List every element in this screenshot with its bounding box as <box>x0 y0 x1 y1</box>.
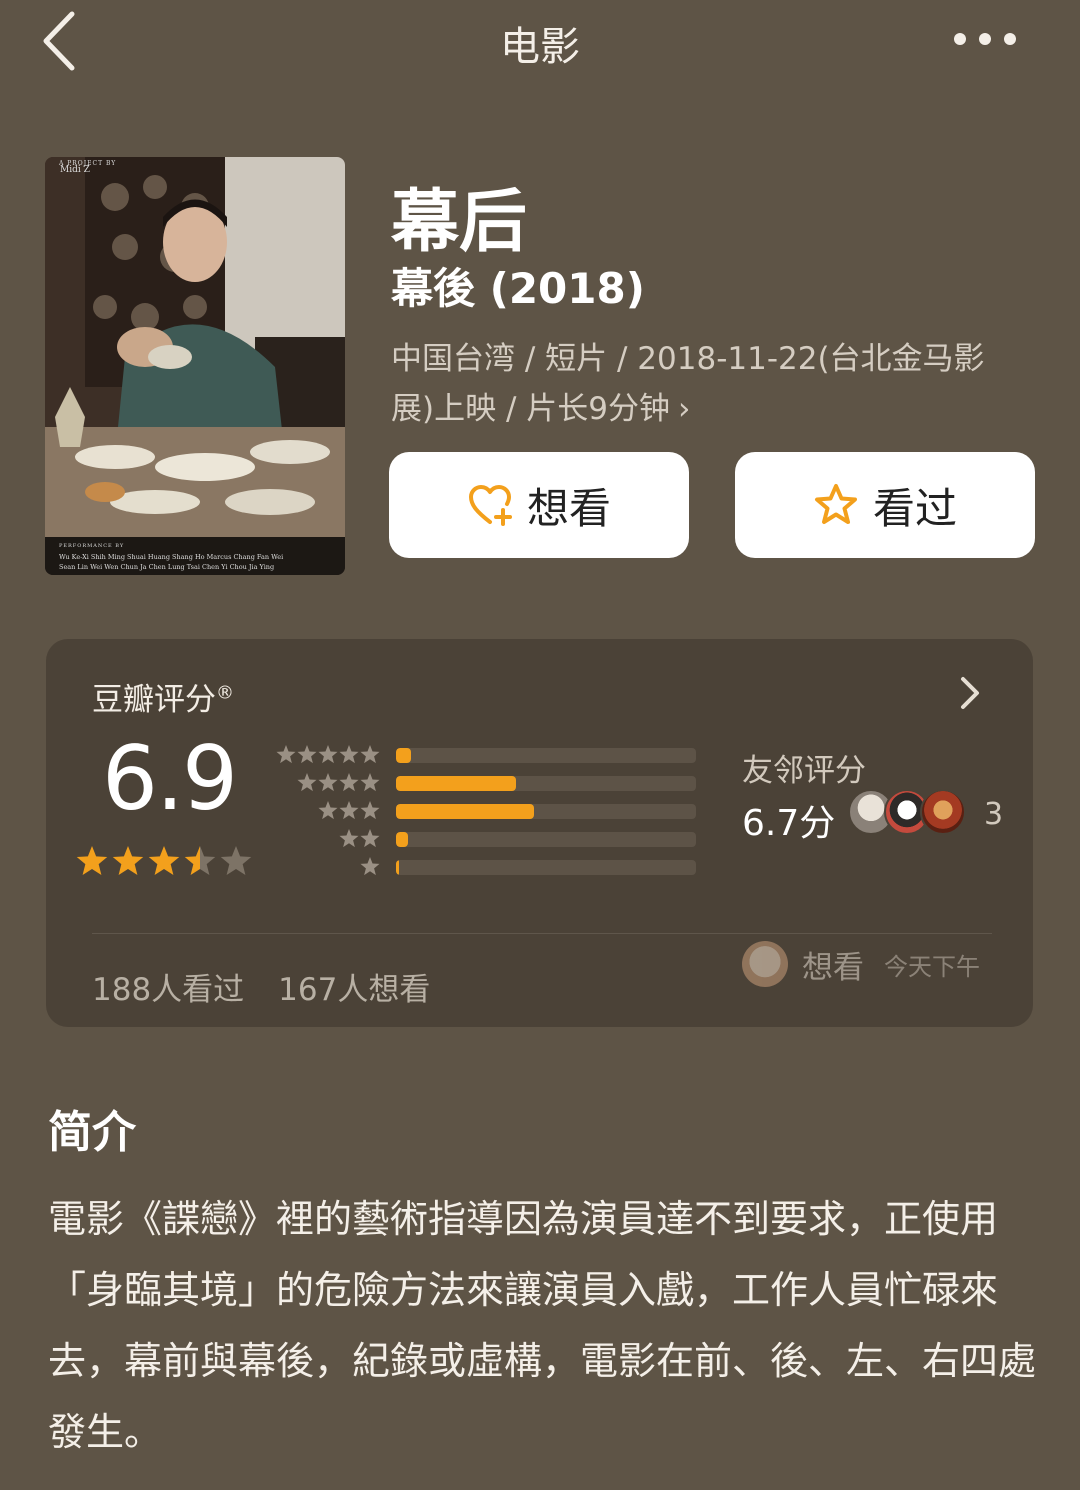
divider <box>92 933 992 934</box>
rating-star <box>220 846 252 875</box>
rating-label: 豆瓣评分® <box>92 674 234 719</box>
rating-stars <box>76 846 252 875</box>
distribution-star <box>339 773 359 792</box>
distribution-star <box>318 745 338 764</box>
distribution-star <box>297 773 317 792</box>
want-to-watch-button[interactable]: 想看 <box>389 452 689 558</box>
distribution-bar-fill <box>396 859 399 875</box>
poster-cast-line: Wu Ke-Xi Shih Ming Shuai Huang Shang Ho … <box>59 553 284 561</box>
movie-title: 幕后 <box>391 183 528 262</box>
registered-mark: ® <box>216 682 234 704</box>
want-label: 想看 <box>526 483 611 533</box>
friends-rating-label: 友邻评分 <box>742 753 866 789</box>
seen-count: 188人看过 <box>92 972 245 1008</box>
intro-text: 電影《諜戀》裡的藝術指導因為演員達不到要求，正使用「身臨其境」的危險方法來讓演員… <box>48 1197 1037 1454</box>
distribution-row <box>274 769 696 797</box>
distribution-bar <box>396 831 696 847</box>
poster-cast: Wu Ke-Xi Shih Ming Shuai Huang Shang Ho … <box>59 552 339 572</box>
poster-artwork <box>45 157 345 575</box>
distribution-bar <box>396 775 696 791</box>
rating-label-text: 豆瓣评分 <box>92 682 216 718</box>
distribution-bar-fill <box>396 747 411 763</box>
friends-count: 3 <box>984 797 1004 832</box>
distribution-bar <box>396 747 696 763</box>
rating-card[interactable]: 豆瓣评分® 6.9 友邻评分 6.7分 3 188人看过 167人想看 想看 今天… <box>46 639 1033 1027</box>
seen-label: 看过 <box>872 483 957 533</box>
friends-rating-score: 6.7分 <box>742 803 836 844</box>
star-outline-icon <box>814 484 857 524</box>
heart-plus-icon <box>468 485 512 526</box>
distribution-star <box>360 773 380 792</box>
distribution-stars <box>297 773 380 792</box>
poster-director: Midi Z <box>60 165 90 175</box>
distribution-bar-fill <box>396 803 534 819</box>
distribution-row <box>274 797 696 825</box>
poster-cast-line: Sean Lin Wei Wen Chun Ja Chen Lung Tsai … <box>59 563 275 571</box>
distribution-row <box>274 741 696 769</box>
distribution-bar <box>396 859 696 875</box>
distribution-star <box>276 745 296 764</box>
movie-poster[interactable]: A PROJECT BY Midi Z PERFORMANCE BY Wu Ke… <box>45 157 345 575</box>
rating-distribution <box>274 741 696 881</box>
more-options-icon[interactable] <box>952 30 1018 48</box>
distribution-star <box>360 801 380 820</box>
avatar[interactable] <box>742 941 788 987</box>
movie-meta-link[interactable]: 中国台湾 / 短片 / 2018-11-22(台北金马影展)上映 / 片长9分钟… <box>391 334 1021 434</box>
rating-star <box>148 846 180 875</box>
movie-original-title: 幕後 (2018) <box>391 264 645 313</box>
distribution-stars <box>360 857 380 876</box>
distribution-star <box>360 829 380 848</box>
distribution-stars <box>276 745 380 764</box>
rating-star <box>184 846 216 875</box>
distribution-stars <box>318 801 380 820</box>
distribution-bar-fill <box>396 775 516 791</box>
watch-counts: 188人看过 167人想看 <box>92 964 430 1009</box>
chevron-right-icon[interactable] <box>959 675 981 711</box>
distribution-star <box>318 773 338 792</box>
activity-verb: 想看 <box>802 949 864 986</box>
distribution-bar-fill <box>396 831 408 847</box>
distribution-row <box>274 825 696 853</box>
distribution-row <box>274 853 696 881</box>
intro-title: 简介 <box>48 1107 136 1158</box>
distribution-star <box>339 745 359 764</box>
poster-performance-label: PERFORMANCE BY <box>59 543 125 549</box>
friend-avatars[interactable] <box>848 789 966 835</box>
want-count: 167人想看 <box>278 972 431 1008</box>
activity-time: 今天下午 <box>884 952 980 981</box>
distribution-bar <box>396 803 696 819</box>
rating-star <box>76 846 108 875</box>
meta-chevron-icon: › <box>677 391 691 427</box>
distribution-star <box>339 829 359 848</box>
distribution-star <box>339 801 359 820</box>
top-bar: 电影 <box>0 0 1080 90</box>
distribution-star <box>360 857 380 876</box>
avatar[interactable] <box>920 789 966 835</box>
watched-button[interactable]: 看过 <box>735 452 1035 558</box>
rating-score: 6.9 <box>102 727 238 830</box>
page-title: 电影 <box>500 24 580 70</box>
friend-activity[interactable]: 想看 今天下午 <box>742 941 980 987</box>
distribution-star <box>318 801 338 820</box>
distribution-star <box>360 745 380 764</box>
distribution-star <box>297 745 317 764</box>
distribution-stars <box>339 829 380 848</box>
rating-star <box>112 846 144 875</box>
